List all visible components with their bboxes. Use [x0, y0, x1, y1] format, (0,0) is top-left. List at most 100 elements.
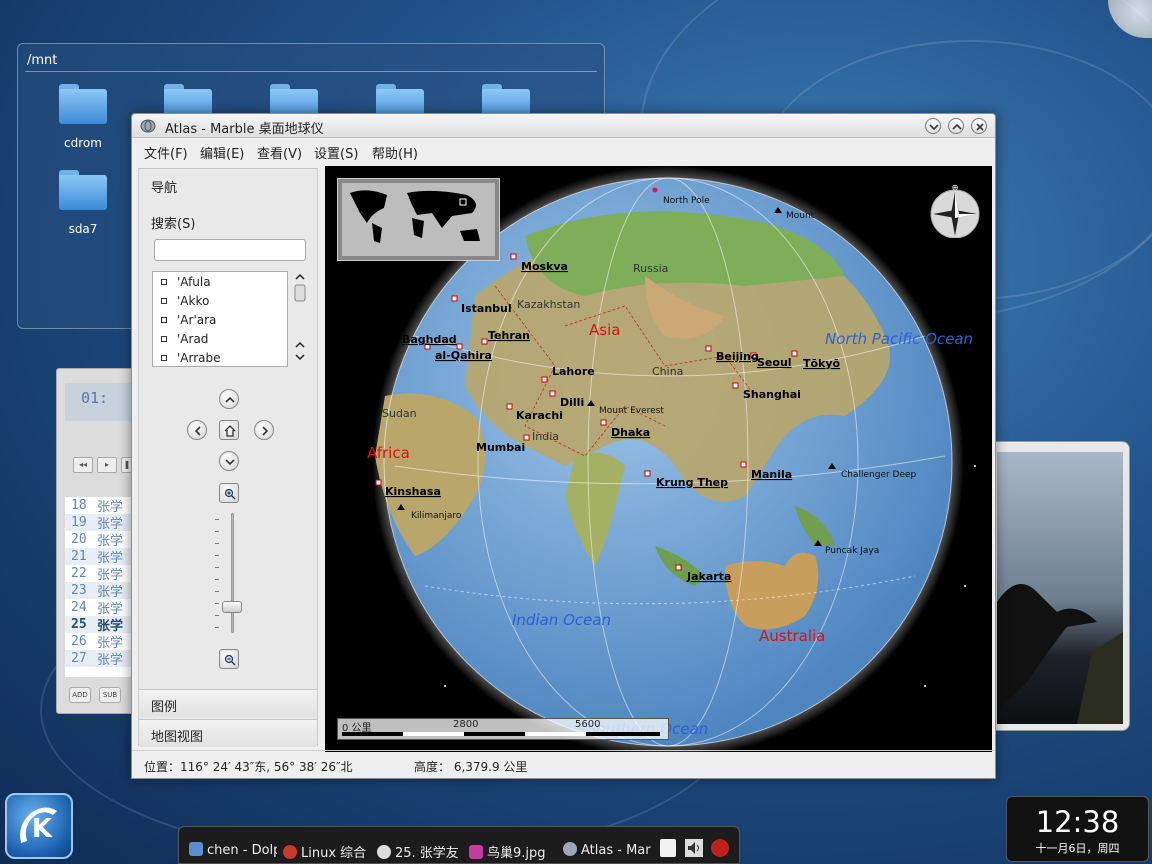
playlist-row[interactable]: 18 张学 [65, 497, 137, 515]
map-label-lahore[interactable]: Lahore [552, 365, 595, 378]
scale-bar-line [342, 732, 660, 736]
city-list[interactable]: 'Afula 'Akko 'Ar'ara 'Arad 'Arrabe [152, 271, 288, 367]
play-button[interactable]: ▸ [97, 457, 117, 473]
map-label-indian-ocean[interactable]: Indian Ocean [512, 611, 611, 629]
pan-right-button[interactable] [254, 420, 274, 440]
map-label-moskva[interactable]: Moskva [521, 260, 568, 273]
folder-cdrom[interactable]: cdrom [48, 84, 118, 150]
zoom-in-button[interactable] [219, 483, 239, 503]
task-image-viewer[interactable]: 鸟巢9.jpg - [469, 842, 549, 861]
map-label-al-qahira[interactable]: al-Qahira [435, 349, 492, 362]
overview-map[interactable] [337, 178, 500, 261]
rewind-button[interactable]: ◂◂ [73, 457, 93, 473]
map-label-mount[interactable]: Mount [786, 211, 815, 221]
map-label-seoul[interactable]: Seoul [757, 356, 792, 369]
playlist-row[interactable]: 24 张学 [65, 599, 137, 617]
globe-icon [563, 842, 577, 856]
sub-button[interactable]: SUB [99, 687, 121, 703]
map-label-australia[interactable]: Australia [759, 627, 825, 645]
search-input[interactable] [154, 239, 306, 261]
map-label-tokyo[interactable]: Tōkyō [803, 357, 841, 370]
close-button[interactable] [971, 118, 987, 134]
navigation-title[interactable]: 导航 [151, 177, 177, 196]
playlist-row[interactable]: 20 张学 [65, 531, 137, 549]
map-label-sudan[interactable]: Sudan [382, 407, 417, 420]
folder-sda7[interactable]: sda7 [48, 170, 118, 236]
playlist-row[interactable]: 25 张学 [65, 616, 137, 634]
city-list-item[interactable]: 'Akko [153, 291, 287, 310]
map-label-asia[interactable]: Asia [589, 321, 620, 339]
map-label-puncak-jaya[interactable]: Puncak Jaya [825, 546, 879, 556]
menu-settings[interactable]: 设置(S) [314, 143, 358, 162]
map-label-dhaka[interactable]: Dhaka [611, 426, 650, 439]
playlist-row[interactable]: 27 张学 [65, 650, 137, 668]
city-list-item[interactable]: 'Arad [153, 329, 287, 348]
maximize-button[interactable] [948, 118, 964, 134]
map-label-baghdad[interactable]: Baghdad [402, 333, 457, 346]
task-marble[interactable]: Atlas - Marb [563, 842, 651, 858]
photo-frame-widget[interactable] [988, 441, 1130, 731]
clipboard-icon[interactable] [660, 839, 676, 857]
map-label-north-pole[interactable]: North Pole [663, 196, 710, 206]
map-label-istanbul[interactable]: Istanbul [461, 302, 512, 315]
music-player[interactable]: 01: ◂◂ ▸ ❚ 18 张学 19 张学 20 张学 21 张学 22 张学 23 张学 24 张学 2… [56, 368, 137, 714]
map-label-manila[interactable]: Manila [751, 468, 792, 481]
map-view-panel-tab[interactable]: 地图视图 [139, 719, 317, 747]
map-label-russia[interactable]: Russia [633, 262, 668, 275]
marble-window[interactable]: Atlas - Marble 桌面地球仪 文件(F) 编辑(E) 查看(V) 设… [131, 113, 996, 779]
map-label-china[interactable]: China [652, 365, 683, 378]
map-label-africa[interactable]: Africa [367, 444, 410, 462]
zoom-out-button[interactable] [219, 649, 239, 669]
playlist-row[interactable]: 26 张学 [65, 633, 137, 651]
playlist[interactable]: 18 张学 19 张学 20 张学 21 张学 22 张学 23 张学 24 张学 25 张学 26 张学 27 张学 [65, 497, 137, 677]
clock-widget[interactable]: 12:38 十一月6日，周四 [1006, 796, 1149, 862]
map-label-shanghai[interactable]: Shanghai [743, 388, 801, 401]
kde-menu-button[interactable]: K [5, 793, 73, 859]
zoom-in-icon [224, 488, 236, 500]
map-label-dilli[interactable]: Dilli [560, 396, 584, 409]
zoom-slider-thumb[interactable] [222, 601, 242, 613]
pan-down-button[interactable] [219, 451, 239, 471]
zoom-slider-track[interactable] [231, 513, 234, 633]
playlist-row[interactable]: 22 张学 [65, 565, 137, 583]
map-label-north-pacific-ocean[interactable]: North Pacific Ocean [825, 330, 973, 348]
volume-icon[interactable] [685, 839, 703, 857]
list-scrollbar[interactable] [293, 271, 307, 367]
menu-file[interactable]: 文件(F) [144, 143, 188, 162]
minimize-button[interactable] [925, 118, 941, 134]
map-label-india[interactable]: India [532, 430, 559, 443]
playlist-row[interactable]: 21 张学 [65, 548, 137, 566]
menu-help[interactable]: 帮助(H) [372, 143, 418, 162]
playlist-row[interactable]: 23 张学 [65, 582, 137, 600]
map-label-karachi[interactable]: Karachi [516, 409, 563, 422]
map-label-kilimanjaro[interactable]: Kilimanjaro [411, 511, 462, 521]
network-icon[interactable] [711, 839, 729, 857]
map-label-mount-everest[interactable]: Mount Everest [599, 406, 664, 416]
map-view[interactable]: Moskva Istanbul Baghdad al-Qahira Tehran Laho… [325, 166, 992, 752]
map-label-kinshasa[interactable]: Kinshasa [385, 485, 441, 498]
menu-view[interactable]: 查看(V) [257, 143, 302, 162]
legend-panel-tab[interactable]: 图例 [139, 689, 317, 717]
map-label-kazakhstan[interactable]: Kazakhstan [517, 298, 580, 311]
task-dolphin[interactable]: chen - Dolp [189, 842, 277, 858]
title-bar[interactable]: Atlas - Marble 桌面地球仪 [132, 114, 995, 138]
track-number: 19 [71, 515, 87, 530]
home-button[interactable] [219, 420, 239, 440]
folder-icon [59, 170, 107, 210]
pan-left-button[interactable] [187, 420, 207, 440]
map-label-tehran[interactable]: Tehran [488, 329, 530, 342]
menu-edit[interactable]: 编辑(E) [200, 143, 244, 162]
map-label-mumbai[interactable]: Mumbai [476, 441, 525, 454]
playlist-row[interactable]: 19 张学 [65, 514, 137, 532]
task-browser[interactable]: Linux 综合 [283, 842, 367, 861]
city-list-item[interactable]: 'Arrabe [153, 348, 287, 366]
city-list-item[interactable]: 'Ar'ara [153, 310, 287, 329]
map-label-beijing[interactable]: Beijing [716, 350, 759, 363]
pan-up-button[interactable] [219, 389, 239, 409]
map-label-krung-thep[interactable]: Krung Thep [656, 476, 728, 489]
add-button[interactable]: ADD [69, 687, 91, 703]
city-list-item[interactable]: 'Afula [153, 272, 287, 291]
task-player[interactable]: 25. 张学友 [377, 842, 459, 861]
map-label-jakarta[interactable]: Jakarta [686, 570, 731, 583]
map-label-challenger-deep[interactable]: Challenger Deep [841, 470, 917, 480]
